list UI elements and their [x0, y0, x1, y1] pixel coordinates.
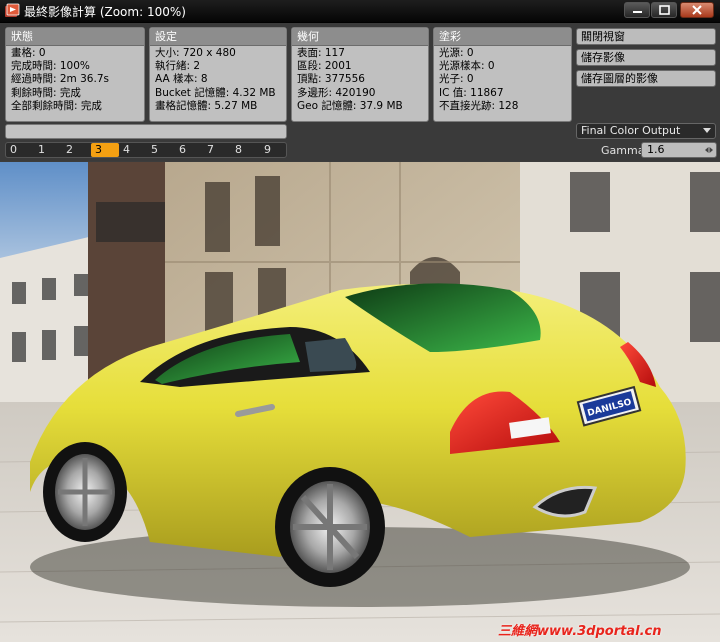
status-completion: 完成時間: 100%	[11, 60, 90, 73]
buffer-button-0[interactable]: 0	[6, 143, 34, 157]
close-icon	[692, 5, 702, 15]
render-progress-bar	[5, 124, 287, 139]
buffer-button-2[interactable]: 2	[62, 143, 90, 157]
maximize-icon	[659, 5, 670, 15]
buffer-button-5[interactable]: 5	[147, 143, 175, 157]
save-layered-image-button[interactable]: 儲存圖層的影像	[576, 70, 716, 87]
shading-lights: 光源: 0	[439, 47, 474, 59]
status-panel: 狀態 畫格: 0 完成時間: 100% 經過時間: 2m 36.7s 剩餘時間:…	[5, 27, 145, 122]
maximize-button[interactable]	[651, 2, 677, 18]
buffer-button-6[interactable]: 6	[175, 143, 203, 157]
minimize-button[interactable]	[624, 2, 650, 18]
save-image-button[interactable]: 儲存影像	[576, 49, 716, 66]
rear-wheel	[275, 467, 385, 587]
shading-photons: 光子: 0	[439, 73, 474, 86]
rendered-image: DANILSO	[0, 162, 720, 642]
settings-aa-samples: AA 樣本: 8	[155, 73, 208, 86]
gamma-input[interactable]: 1.6	[641, 142, 717, 158]
render-status-area: 狀態 畫格: 0 完成時間: 100% 經過時間: 2m 36.7s 剩餘時間:…	[0, 23, 720, 161]
buffer-button-7[interactable]: 7	[203, 143, 231, 157]
buffer-button-1[interactable]: 1	[34, 143, 62, 157]
panel-title: 狀態	[6, 28, 144, 46]
status-elapsed: 經過時間: 2m 36.7s	[11, 73, 109, 86]
title-bar: 最終影像計算 (Zoom: 100%)	[0, 0, 720, 23]
settings-threads: 執行緒: 2	[155, 60, 201, 73]
settings-bucket-memory: Bucket 記憶體: 4.32 MB	[155, 86, 276, 99]
close-window-button[interactable]: 關閉視窗	[576, 28, 716, 45]
close-button[interactable]	[680, 2, 714, 18]
settings-frame-memory: 畫格記憶體: 5.27 MB	[155, 99, 258, 112]
render-progress-fill	[6, 125, 286, 138]
shading-ic-values: IC 值: 11867	[439, 86, 504, 99]
minimize-icon	[633, 11, 642, 13]
shading-light-samples: 光源樣本: 0	[439, 60, 495, 73]
buffer-button-3[interactable]: 3	[91, 143, 119, 157]
geometry-memory: Geo 記憶體: 37.9 MB	[297, 99, 403, 112]
panel-title: 幾何	[292, 28, 428, 46]
status-total-remaining: 全部剩餘時間: 完成	[11, 99, 102, 112]
settings-panel: 設定 大小: 720 x 480 執行緒: 2 AA 樣本: 8 Bucket …	[149, 27, 287, 122]
app-icon	[5, 3, 20, 17]
buffer-selector: 0 1 2 3 4 5 6 7 8 9	[5, 142, 287, 158]
front-wheel	[43, 442, 127, 542]
buffer-button-4[interactable]: 4	[119, 143, 147, 157]
status-remaining: 剩餘時間: 完成	[11, 86, 81, 99]
gamma-label: Gamma	[601, 144, 645, 157]
watermark-text: 三維網www.3dportal.cn	[498, 624, 662, 639]
panel-title: 設定	[150, 28, 286, 46]
gamma-value: 1.6	[647, 143, 665, 156]
chevron-down-icon	[703, 128, 711, 133]
output-select[interactable]: Final Color Output	[576, 123, 716, 139]
geometry-segments: 區段: 2001	[297, 60, 352, 73]
buffer-button-9[interactable]: 9	[260, 143, 288, 157]
geometry-surfaces: 表面: 117	[297, 47, 345, 59]
window-title: 最終影像計算 (Zoom: 100%)	[24, 5, 186, 19]
panel-title: 塗彩	[434, 28, 571, 46]
output-select-value: Final Color Output	[581, 124, 681, 137]
geometry-vertices: 頂點: 377556	[297, 73, 365, 86]
settings-size: 大小: 720 x 480	[155, 47, 236, 59]
geometry-polygons: 多邊形: 420190	[297, 86, 376, 99]
shading-indirect-rays: 不直接光跡: 128	[439, 99, 519, 112]
geometry-panel: 幾何 表面: 117 區段: 2001 頂點: 377556 多邊形: 4201…	[291, 27, 429, 122]
shading-panel: 塗彩 光源: 0 光源樣本: 0 光子: 0 IC 值: 11867 不直接光跡…	[433, 27, 572, 122]
buffer-button-8[interactable]: 8	[231, 143, 259, 157]
render-viewport: DANILSO 三維網www.3dportal.cn	[0, 162, 720, 642]
status-frame: 畫格: 0	[11, 47, 46, 59]
stepper-arrows-icon[interactable]	[703, 144, 715, 156]
